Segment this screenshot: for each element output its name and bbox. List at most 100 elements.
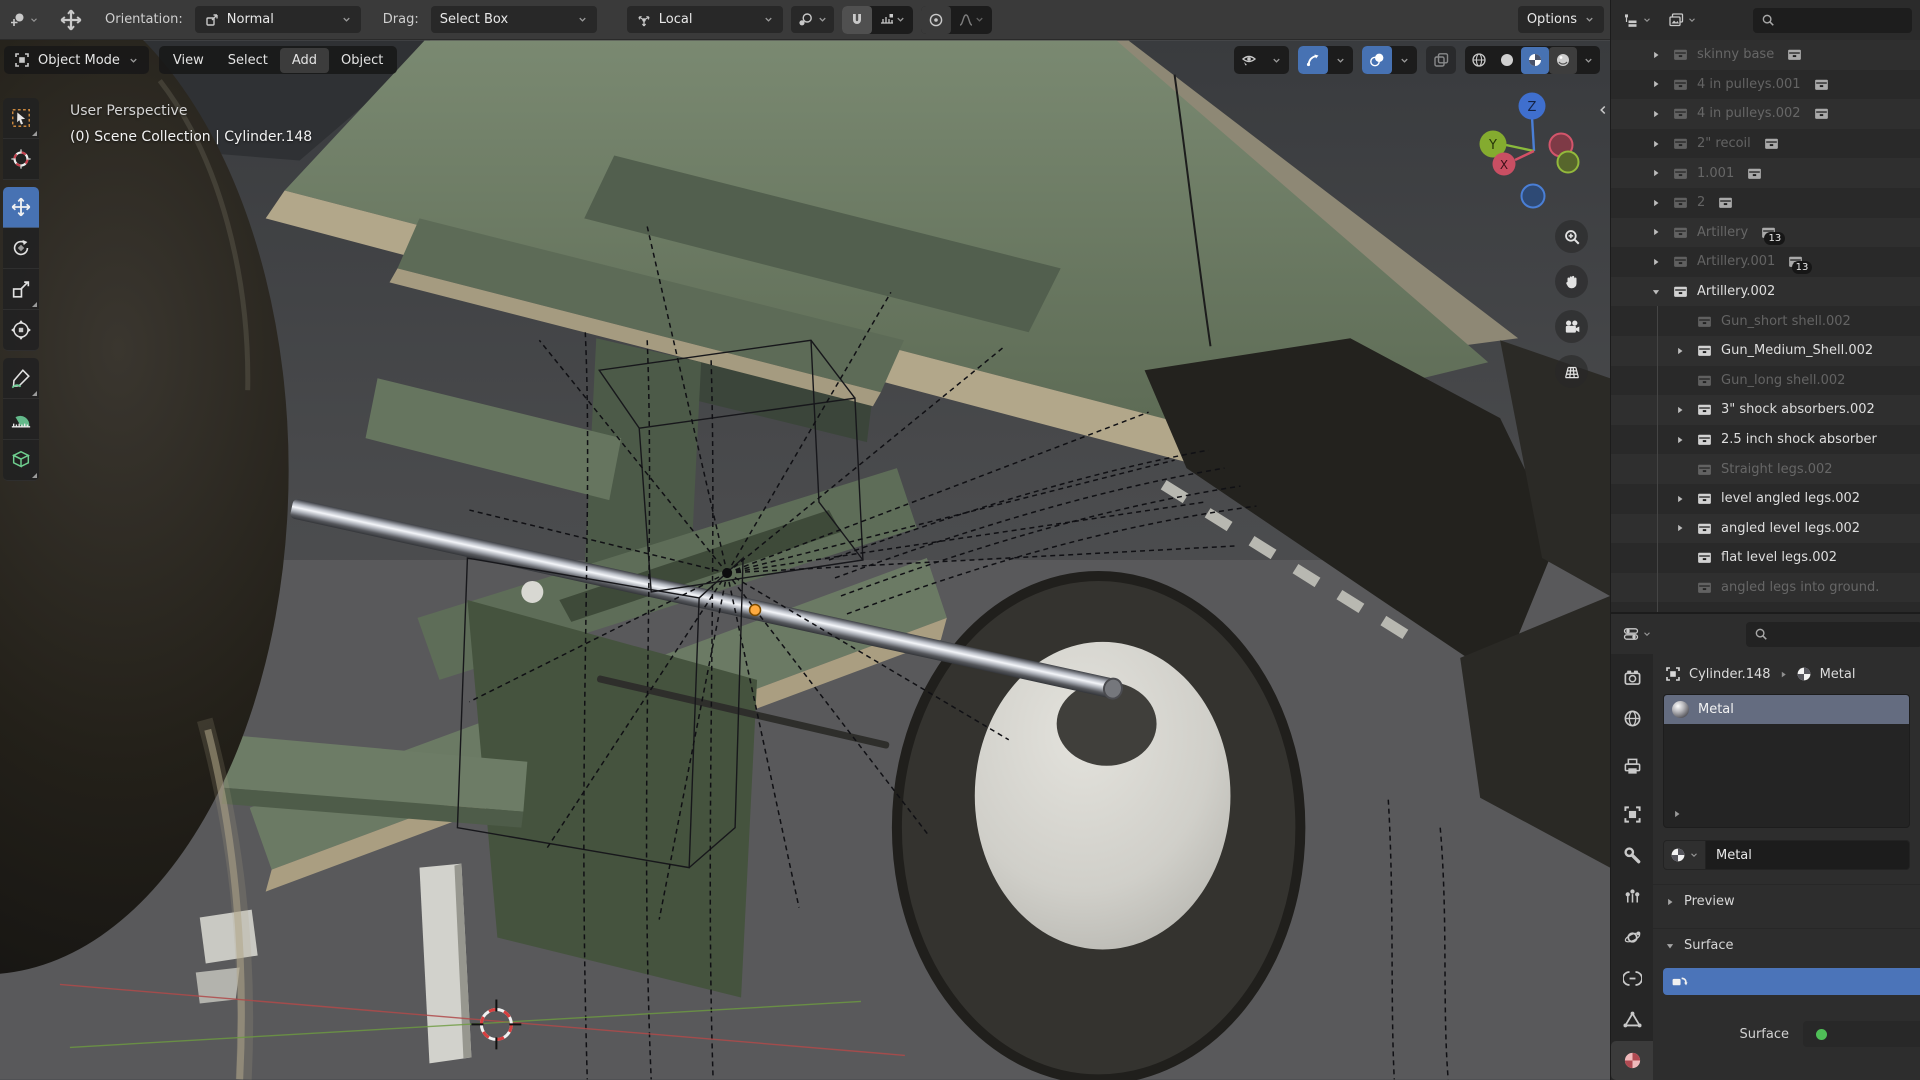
- navigation-gizmo[interactable]: Z Y X: [1472, 86, 1596, 216]
- outliner-row[interactable]: Gun_short shell.002: [1611, 306, 1920, 336]
- breadcrumb-material[interactable]: Metal: [1820, 667, 1856, 682]
- camera-view-button[interactable]: [1555, 310, 1588, 343]
- gizmo-neg-y-ball[interactable]: [1558, 152, 1579, 173]
- outliner-row[interactable]: 1.001: [1611, 158, 1920, 188]
- surface-shader-socket[interactable]: [1803, 1021, 1920, 1047]
- outliner-row[interactable]: flat level legs.002: [1611, 543, 1920, 573]
- overlays-dropdown[interactable]: [1392, 46, 1417, 74]
- outliner-row[interactable]: Gun_long shell.002: [1611, 366, 1920, 396]
- surface-panel-header[interactable]: Surface: [1653, 928, 1920, 962]
- outliner-row[interactable]: angled level legs.002: [1611, 514, 1920, 544]
- pivot-point-button[interactable]: [791, 6, 834, 33]
- mode-dropdown[interactable]: Object Mode: [4, 46, 149, 74]
- disclosure-closed[interactable]: [1671, 346, 1689, 356]
- tab-data[interactable]: [1611, 1000, 1653, 1039]
- snap-toggle[interactable]: [842, 6, 872, 34]
- snap-mode-button[interactable]: [872, 6, 913, 34]
- outliner-row[interactable]: skinny base: [1611, 40, 1920, 70]
- pan-button[interactable]: [1555, 265, 1588, 298]
- shading-rendered[interactable]: [1549, 47, 1577, 74]
- proportional-edit-toggle[interactable]: [921, 6, 951, 34]
- viewport-3d-scene[interactable]: [0, 40, 1610, 1080]
- drag-dropdown[interactable]: Select Box: [431, 6, 597, 33]
- disclosure-closed[interactable]: [1647, 198, 1665, 208]
- tool-select-box[interactable]: [3, 98, 39, 139]
- outliner-editor-select[interactable]: [1619, 9, 1656, 31]
- tab-object[interactable]: [1611, 795, 1653, 834]
- gizmo-neg-z-ball[interactable]: [1522, 185, 1545, 208]
- sidebar-collapse-arrow[interactable]: [1596, 102, 1610, 117]
- viewport-3d[interactable]: Object Mode ViewSelectAddObject: [0, 40, 1610, 1080]
- outliner-row[interactable]: Artillery13: [1611, 218, 1920, 248]
- tab-output[interactable]: [1611, 747, 1653, 786]
- falloff-button[interactable]: [951, 6, 992, 34]
- tool-add-cube[interactable]: [3, 440, 39, 481]
- disclosure-closed[interactable]: [1671, 435, 1689, 445]
- editor-type-select[interactable]: [6, 9, 43, 31]
- tab-modifiers[interactable]: [1611, 836, 1653, 875]
- tab-render[interactable]: [1611, 658, 1653, 697]
- outliner-row[interactable]: 4 in pulleys.001: [1611, 70, 1920, 100]
- tool-transform[interactable]: [3, 310, 39, 351]
- visibility-dropdown[interactable]: [1264, 46, 1289, 74]
- menu-view[interactable]: View: [161, 48, 216, 73]
- shading-wireframe[interactable]: [1465, 47, 1493, 74]
- shading-material-preview[interactable]: [1521, 47, 1549, 74]
- disclosure-closed[interactable]: [1671, 494, 1689, 504]
- menu-object[interactable]: Object: [329, 48, 395, 73]
- disclosure-closed[interactable]: [1671, 405, 1689, 415]
- menu-select[interactable]: Select: [216, 48, 280, 73]
- outliner-row[interactable]: 2: [1611, 188, 1920, 218]
- breadcrumb-object[interactable]: Cylinder.148: [1689, 667, 1771, 682]
- disclosure-closed[interactable]: [1647, 50, 1665, 60]
- outliner-search-input[interactable]: [1753, 8, 1912, 33]
- outliner-row[interactable]: Gun_Medium_Shell.002: [1611, 336, 1920, 366]
- tool-move[interactable]: [3, 187, 39, 228]
- disclosure-closed[interactable]: [1647, 168, 1665, 178]
- ortho-persp-button[interactable]: [1555, 355, 1588, 388]
- tool-cursor[interactable]: [3, 139, 39, 180]
- shading-solid[interactable]: [1493, 47, 1521, 74]
- material-slot-selected[interactable]: Metal: [1664, 695, 1909, 724]
- browse-material-button[interactable]: [1663, 840, 1706, 870]
- shading-dropdown[interactable]: [1577, 47, 1600, 74]
- slot-list-expander[interactable]: [1672, 806, 1682, 821]
- outliner-row[interactable]: 2" recoil: [1611, 129, 1920, 159]
- gizmos-toggle[interactable]: [1298, 46, 1328, 74]
- material-name-field[interactable]: Metal: [1706, 840, 1910, 870]
- orientation-dropdown[interactable]: Normal: [195, 6, 361, 33]
- tab-world[interactable]: [1611, 699, 1653, 738]
- outliner-row[interactable]: 2.5 inch shock absorber: [1611, 425, 1920, 455]
- tool-measure[interactable]: [3, 399, 39, 440]
- properties-editor-select[interactable]: [1619, 623, 1656, 645]
- options-dropdown[interactable]: Options: [1518, 6, 1604, 33]
- outliner-row[interactable]: angled legs into ground.: [1611, 573, 1920, 603]
- preview-panel-header[interactable]: Preview: [1653, 884, 1920, 918]
- use-nodes-button[interactable]: [1663, 968, 1920, 995]
- tool-annotate[interactable]: [3, 358, 39, 399]
- disclosure-closed[interactable]: [1647, 109, 1665, 119]
- tab-constraints[interactable]: [1611, 959, 1653, 998]
- material-slot-list[interactable]: Metal: [1663, 694, 1910, 828]
- tab-physics[interactable]: [1611, 918, 1653, 957]
- menu-add[interactable]: Add: [280, 48, 329, 73]
- outliner-row[interactable]: level angled legs.002: [1611, 484, 1920, 514]
- outliner-row[interactable]: Straight legs.002: [1611, 454, 1920, 484]
- tool-scale[interactable]: [3, 269, 39, 310]
- disclosure-closed[interactable]: [1671, 523, 1689, 533]
- gizmos-dropdown[interactable]: [1328, 46, 1353, 74]
- outliner-row[interactable]: Artillery.00113: [1611, 247, 1920, 277]
- disclosure-closed[interactable]: [1647, 257, 1665, 267]
- disclosure-closed[interactable]: [1647, 139, 1665, 149]
- outliner-display-mode[interactable]: [1664, 9, 1701, 31]
- show-hide-button[interactable]: [1234, 46, 1264, 74]
- transform-space-dropdown[interactable]: Local: [627, 6, 783, 33]
- xray-toggle[interactable]: [1426, 46, 1456, 74]
- outliner-row[interactable]: [1611, 602, 1920, 612]
- disclosure-open[interactable]: [1647, 287, 1665, 297]
- overlays-toggle[interactable]: [1362, 46, 1392, 74]
- disclosure-closed[interactable]: [1647, 227, 1665, 237]
- outliner-row[interactable]: 4 in pulleys.002: [1611, 99, 1920, 129]
- disclosure-closed[interactable]: [1647, 79, 1665, 89]
- tool-rotate[interactable]: [3, 228, 39, 269]
